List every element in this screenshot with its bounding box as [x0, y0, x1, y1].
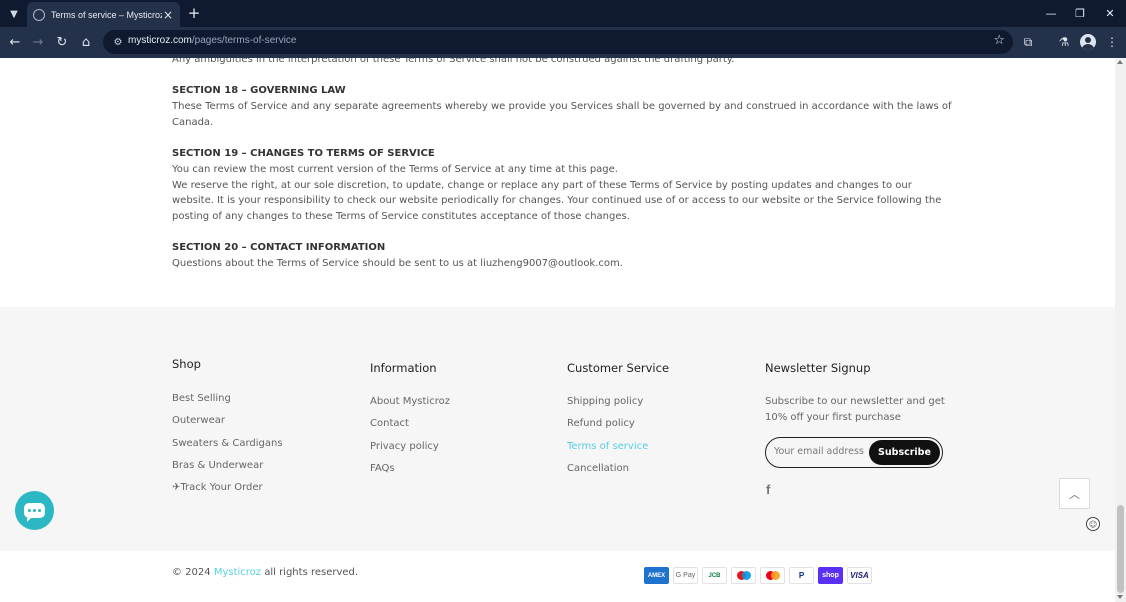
url-text: mysticroz.com/pages/terms-of-service [128, 35, 297, 46]
back-arrow-icon[interactable]: ← [6, 33, 24, 51]
footer-link[interactable]: Shipping policy [567, 396, 643, 407]
section-paragraph: You can review the most current version … [172, 163, 618, 175]
section-paragraph: Any ambiguities in the interpretation of… [172, 58, 735, 65]
google-pay-icon: G Pay [673, 567, 698, 584]
home-icon[interactable]: ⌂ [77, 33, 95, 51]
scroll-up-arrow-icon[interactable] [1117, 60, 1123, 64]
section-paragraph: We reserve the right, at our sole discre… [172, 179, 942, 222]
mastercard-icon [760, 567, 785, 584]
tab-search-chevron-icon[interactable]: ▼ [5, 5, 23, 23]
newsletter-email-input[interactable] [774, 446, 869, 457]
scroll-down-arrow-icon[interactable] [1117, 595, 1123, 599]
paypal-icon: P [789, 567, 814, 584]
minimize-icon[interactable]: — [1036, 3, 1066, 23]
site-footer: Shop Best Selling Outerwear Sweaters & Car… [0, 307, 1115, 551]
jcb-icon: JCB [702, 567, 727, 584]
tab-close-icon[interactable]: × [162, 8, 174, 22]
payment-methods: AMEX G Pay JCB Pshop VISA [644, 567, 872, 584]
footer-link[interactable]: Sweaters & Cardigans [172, 438, 283, 449]
facebook-icon[interactable]: f [766, 482, 770, 497]
section-paragraph: Questions about the Terms of Service sho… [172, 258, 623, 270]
page-scrollbar[interactable] [1115, 58, 1126, 602]
subscribe-button[interactable]: Subscribe [869, 440, 940, 465]
terms-content: Any ambiguities in the interpretation of… [172, 58, 952, 272]
back-to-top-button[interactable]: ︿ [1059, 478, 1090, 509]
profile-avatar-icon[interactable] [1080, 34, 1096, 50]
labs-flask-icon[interactable]: ⚗ [1055, 33, 1073, 51]
browser-toolbar: ← → ↻ ⌂ ⚙ mysticroz.com/pages/terms-of-s… [0, 27, 1126, 58]
extensions-puzzle-icon[interactable]: ⧉ [1019, 33, 1037, 51]
footer-information-title: Information [370, 361, 437, 375]
site-info-icon[interactable]: ⚙ [111, 35, 125, 49]
newsletter-form: Subscribe [765, 437, 943, 468]
footer-link[interactable]: Outerwear [172, 415, 225, 426]
footer-link[interactable]: Bras & Underwear [172, 460, 263, 471]
section-heading: SECTION 19 – CHANGES TO TERMS OF SERVICE [172, 148, 435, 160]
new-tab-plus-icon[interactable]: + [185, 4, 203, 22]
footer-link[interactable]: Privacy policy [370, 441, 439, 452]
section-paragraph: These Terms of Service and any separate … [172, 101, 952, 128]
more-menu-icon[interactable]: ⋮ [1103, 33, 1121, 51]
footer-link[interactable]: Contact [370, 418, 409, 429]
section-heading: SECTION 20 – CONTACT INFORMATION [172, 242, 386, 254]
scrollbar-thumb[interactable] [1117, 505, 1124, 593]
page-viewport: Any ambiguities in the interpretation of… [0, 58, 1115, 602]
address-bar[interactable]: ⚙ mysticroz.com/pages/terms-of-service ☆ [103, 30, 1013, 54]
footer-shop-title: Shop [172, 357, 201, 371]
shop-pay-icon: shop [818, 567, 843, 584]
visa-icon: VISA [847, 567, 872, 584]
footer-customer-service-title: Customer Service [567, 361, 670, 375]
reload-icon[interactable]: ↻ [53, 33, 71, 51]
footer-link[interactable]: FAQs [370, 463, 395, 474]
close-window-icon[interactable]: ✕ [1095, 3, 1125, 23]
browser-tab[interactable]: Terms of service – Mysticroz × [27, 2, 180, 27]
cookie-settings-icon[interactable]: ☺ [1086, 517, 1100, 531]
footer-link[interactable]: Terms of service [567, 441, 648, 452]
footer-link[interactable]: Best Selling [172, 393, 231, 404]
footer-bottom-bar: © 2024 Mysticroz all rights reserved. AM… [0, 551, 1115, 602]
tab-favicon-icon [33, 8, 45, 21]
forward-arrow-icon[interactable]: → [29, 33, 47, 51]
amex-icon: AMEX [644, 567, 669, 584]
restore-icon[interactable]: ❐ [1065, 3, 1095, 23]
chat-icon [24, 503, 45, 522]
chat-widget-button[interactable] [15, 491, 54, 530]
footer-link[interactable]: Cancellation [567, 463, 629, 474]
browser-tab-bar: ▼ Terms of service – Mysticroz × + — ❐ ✕ [0, 0, 1126, 27]
footer-newsletter-title: Newsletter Signup [765, 361, 871, 375]
maestro-icon [731, 567, 756, 584]
newsletter-description: Subscribe to our newsletter and get 10% … [765, 396, 945, 423]
section-heading: SECTION 18 – GOVERNING LAW [172, 85, 346, 97]
footer-link[interactable]: About Mysticroz [370, 396, 450, 407]
chevron-up-icon: ︿ [1069, 487, 1080, 501]
copyright-text: © 2024 Mysticroz all rights reserved. [172, 567, 359, 578]
footer-link[interactable]: Refund policy [567, 418, 635, 429]
tab-title: Terms of service – Mysticroz [51, 9, 162, 20]
bookmark-star-icon[interactable]: ☆ [993, 33, 1005, 48]
brand-link[interactable]: Mysticroz [214, 567, 261, 578]
footer-link[interactable]: ✈Track Your Order [172, 482, 263, 493]
